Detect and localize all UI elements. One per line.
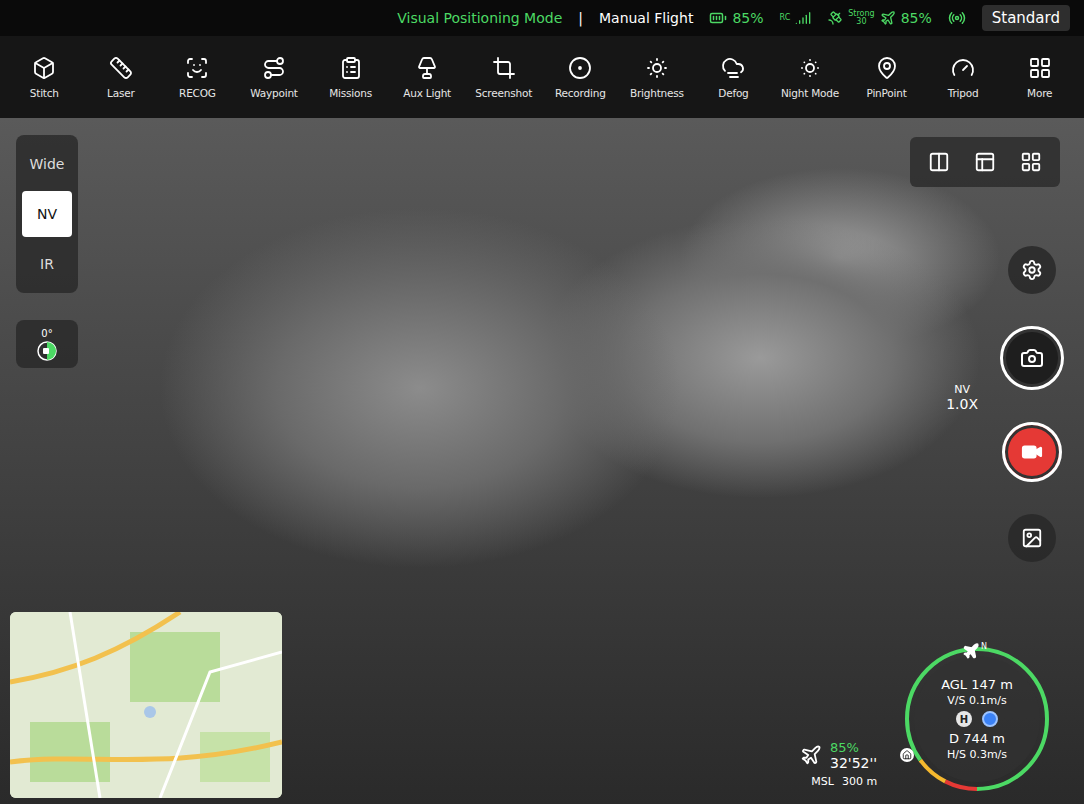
- home-point-badge: [900, 748, 914, 762]
- brightness-icon: [645, 56, 669, 80]
- pip-view-button[interactable]: [974, 151, 996, 173]
- drone-battery: 85%: [830, 740, 859, 755]
- recog-tool[interactable]: RECOG: [159, 56, 236, 99]
- flight-status: Visual Positioning Mode: [397, 10, 562, 26]
- aircraft-battery: 85%: [901, 10, 932, 26]
- camera-feed: WideNVIR0°NV1.0X85%32'52''MSL300 mAGL 14…: [0, 118, 1084, 804]
- pinpoint-icon: [875, 56, 899, 80]
- lens-selector: WideNVIR: [16, 135, 78, 293]
- more-tool[interactable]: More: [1001, 56, 1078, 99]
- record-button[interactable]: [1002, 422, 1062, 482]
- stitch-tool[interactable]: Stitch: [6, 56, 83, 99]
- rc-label: RC: [780, 14, 791, 22]
- recording-tool[interactable]: Recording: [542, 56, 619, 99]
- waypoint-icon: [262, 56, 286, 80]
- flight-mode: Manual Flight: [599, 10, 693, 26]
- drone-marker: [982, 711, 998, 727]
- status-bar: Visual Positioning Mode | Manual Flight 85%…: [0, 0, 1084, 36]
- attitude-compass: AGL 147 m V/S 0.1m/s H D 744 m H/S 0.3m/s N: [900, 642, 1054, 796]
- signal-value: 30: [856, 18, 866, 26]
- satellite-icon: [827, 10, 843, 26]
- rc-signal: RC: [780, 10, 812, 26]
- aux-light-icon: [415, 56, 439, 80]
- signal-label: Strong: [848, 10, 874, 18]
- laser-icon: [109, 56, 133, 80]
- gallery-icon: [1021, 527, 1043, 549]
- lens-option[interactable]: Wide: [22, 141, 72, 187]
- signal-bars-icon: [795, 10, 811, 26]
- pinpoint-tool[interactable]: PinPoint: [848, 56, 925, 99]
- drone-battery-icon: [800, 744, 822, 766]
- zoom-lens: NV: [954, 383, 970, 396]
- zoom-factor: 1.0X: [946, 396, 978, 413]
- waypoint-tool[interactable]: Waypoint: [236, 56, 313, 99]
- home-icon: [902, 750, 912, 760]
- zoom-indicator[interactable]: NV1.0X: [946, 383, 978, 413]
- distance-reading: D 744 m: [949, 731, 1005, 746]
- gallery-button[interactable]: [1008, 514, 1056, 562]
- compass-readout: AGL 147 m V/S 0.1m/s H D 744 m H/S 0.3m/s: [914, 656, 1040, 782]
- rc-battery-icon: [709, 9, 727, 27]
- gimbal-angle: 0°: [41, 328, 52, 339]
- gimbal-indicator: 0°: [16, 320, 78, 368]
- more-icon: [1028, 56, 1052, 80]
- split-view-button[interactable]: [928, 151, 950, 173]
- aux-light-tool[interactable]: Aux Light: [389, 56, 466, 99]
- quad-view-icon: [1020, 151, 1042, 173]
- screenshot-icon: [492, 56, 516, 80]
- flight-data: 85%32'52'' MSL 300 m: [800, 739, 877, 788]
- photo-button[interactable]: [1000, 326, 1064, 390]
- north-label: N: [981, 642, 987, 651]
- lens-option[interactable]: IR: [22, 241, 72, 287]
- toolbar: StitchLaserRECOGWaypointMissionsAux Ligh…: [0, 36, 1084, 118]
- aircraft-heading-icon: [962, 642, 980, 660]
- missions-tool[interactable]: Missions: [312, 56, 389, 99]
- night-mode-icon: [798, 56, 822, 80]
- aircraft-battery-icon: [880, 10, 896, 26]
- pip-view-icon: [974, 151, 996, 173]
- tripod-tool[interactable]: Tripod: [925, 56, 1002, 99]
- screenshot-tool[interactable]: Screenshot: [465, 56, 542, 99]
- recog-icon: [185, 56, 209, 80]
- status-separator: |: [578, 10, 583, 26]
- rc-battery: 85%: [709, 9, 763, 27]
- lens-option[interactable]: NV: [22, 191, 72, 237]
- quad-view-button[interactable]: [1020, 151, 1042, 173]
- brightness-tool[interactable]: Brightness: [619, 56, 696, 99]
- camera-settings-icon: [1021, 259, 1043, 281]
- defog-tool[interactable]: Defog: [695, 56, 772, 99]
- drone-camera-screen: Visual Positioning Mode | Manual Flight 85%…: [0, 0, 1084, 804]
- agl-reading: AGL 147 m: [941, 677, 1013, 692]
- msl-value: 300 m: [842, 775, 877, 788]
- tripod-icon: [951, 56, 975, 80]
- defog-icon: [721, 56, 745, 80]
- map-drawing-icon: [10, 612, 282, 798]
- link-status: [948, 9, 966, 27]
- mode-button[interactable]: Standard: [982, 5, 1070, 31]
- recording-icon: [568, 56, 592, 80]
- vertical-speed: V/S 0.1m/s: [947, 694, 1006, 707]
- horizontal-speed: H/S 0.3m/s: [947, 748, 1007, 761]
- flight-time: 32'52'': [830, 755, 877, 771]
- video-icon: [1021, 441, 1043, 463]
- split-view-icon: [928, 151, 950, 173]
- home-marker: H: [956, 711, 972, 727]
- missions-icon: [339, 56, 363, 80]
- view-layout-bar: [910, 137, 1060, 187]
- camera-icon: [1020, 346, 1044, 370]
- radio-icon: [948, 9, 966, 27]
- camera-settings-button[interactable]: [1008, 246, 1056, 294]
- capture-controls: [1000, 246, 1064, 562]
- mini-map[interactable]: [10, 612, 282, 798]
- laser-tool[interactable]: Laser: [83, 56, 160, 99]
- gnss-signal: Strong30 85%: [827, 10, 932, 26]
- stitch-icon: [32, 56, 56, 80]
- msl-label: MSL: [811, 775, 834, 788]
- night-mode-tool[interactable]: Night Mode: [772, 56, 849, 99]
- north-indicator: N: [962, 642, 987, 660]
- gimbal-icon: [37, 341, 57, 361]
